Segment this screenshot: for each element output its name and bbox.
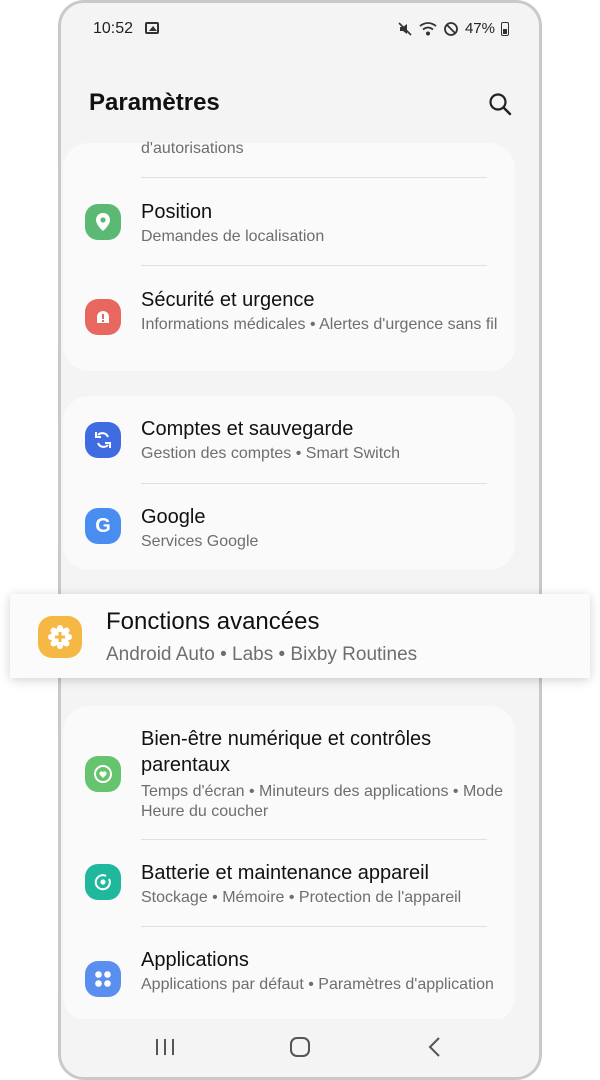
list-item-security[interactable]: Sécurité et urgence Informations médical… <box>63 267 515 367</box>
list-item-wellbeing[interactable]: Bien-être numérique et contrôles parenta… <box>63 706 515 836</box>
list-item-permissions-partial[interactable]: d'autorisations <box>63 140 515 175</box>
list-item-advanced-features[interactable]: Fonctions avancées Android Auto • Labs •… <box>10 594 590 678</box>
list-item-position[interactable]: Position Demandes de localisation <box>63 179 515 265</box>
recents-icon[interactable] <box>145 1033 185 1061</box>
item-subtitle: Services Google <box>141 533 259 550</box>
item-title: Position <box>141 201 213 223</box>
item-subtitle: Android Auto • Labs • Bixby Routines <box>106 644 418 665</box>
item-subtitle: Gestion des comptes • Smart Switch <box>141 445 401 462</box>
item-subtitle: Informations médicales • Alertes d'urgen… <box>141 316 498 333</box>
item-subtitle: Temps d'écran • Minuteurs des applicatio… <box>141 783 503 820</box>
wellbeing-icon <box>85 756 121 792</box>
dnd-icon <box>444 22 458 36</box>
page-title: Paramètres <box>89 89 220 116</box>
google-g-icon: G <box>85 508 121 544</box>
battery-care-icon <box>85 864 121 900</box>
mute-icon <box>398 22 412 36</box>
back-icon[interactable] <box>415 1033 455 1061</box>
status-icons: 47% <box>397 20 509 38</box>
settings-card-privacy: d'autorisations Position Demandes de loc… <box>63 140 515 371</box>
location-pin-icon <box>85 204 121 240</box>
list-item-google[interactable]: G Google Services Google <box>63 484 515 570</box>
battery-percent: 47% <box>464 20 495 37</box>
image-icon <box>145 22 159 34</box>
item-title: Comptes et sauvegarde <box>141 418 354 440</box>
list-item-accounts[interactable]: Comptes et sauvegarde Gestion des compte… <box>63 396 515 482</box>
phone-frame: 10:52 47% Paramètres d'autorisations Pos… <box>58 0 542 1080</box>
item-title: Sécurité et urgence <box>141 289 315 311</box>
status-bar: 10:52 47% <box>61 17 539 45</box>
navigation-bar <box>61 1019 539 1077</box>
item-title: Fonctions avancées <box>106 608 320 635</box>
item-title: Google <box>141 506 206 528</box>
item-title: Bien-être numérique et contrôles parenta… <box>141 728 432 776</box>
gear-plus-icon <box>38 616 82 658</box>
divider <box>141 177 487 178</box>
settings-card-accounts: Comptes et sauvegarde Gestion des compte… <box>63 396 515 570</box>
wifi-icon <box>419 22 437 36</box>
item-subtitle: Stockage • Mémoire • Protection de l'app… <box>141 889 462 906</box>
item-subtitle: d'autorisations <box>141 140 244 157</box>
settings-card-wellbeing: Bien-être numérique et contrôles parenta… <box>63 706 515 1022</box>
alert-icon <box>85 299 121 335</box>
home-icon[interactable] <box>280 1033 320 1061</box>
item-subtitle: Applications par défaut • Paramètres d'a… <box>141 976 494 993</box>
item-subtitle: Demandes de localisation <box>141 228 325 245</box>
list-item-battery[interactable]: Batterie et maintenance appareil Stockag… <box>63 840 515 926</box>
divider <box>141 265 487 266</box>
item-title: Applications <box>141 949 249 971</box>
list-item-apps[interactable]: Applications Applications par défaut • P… <box>63 927 515 1022</box>
status-time: 10:52 <box>93 20 134 37</box>
item-title: Batterie et maintenance appareil <box>141 862 429 884</box>
apps-grid-icon <box>85 961 121 997</box>
search-icon[interactable] <box>487 91 513 117</box>
battery-icon <box>501 22 509 36</box>
sync-icon <box>85 422 121 458</box>
